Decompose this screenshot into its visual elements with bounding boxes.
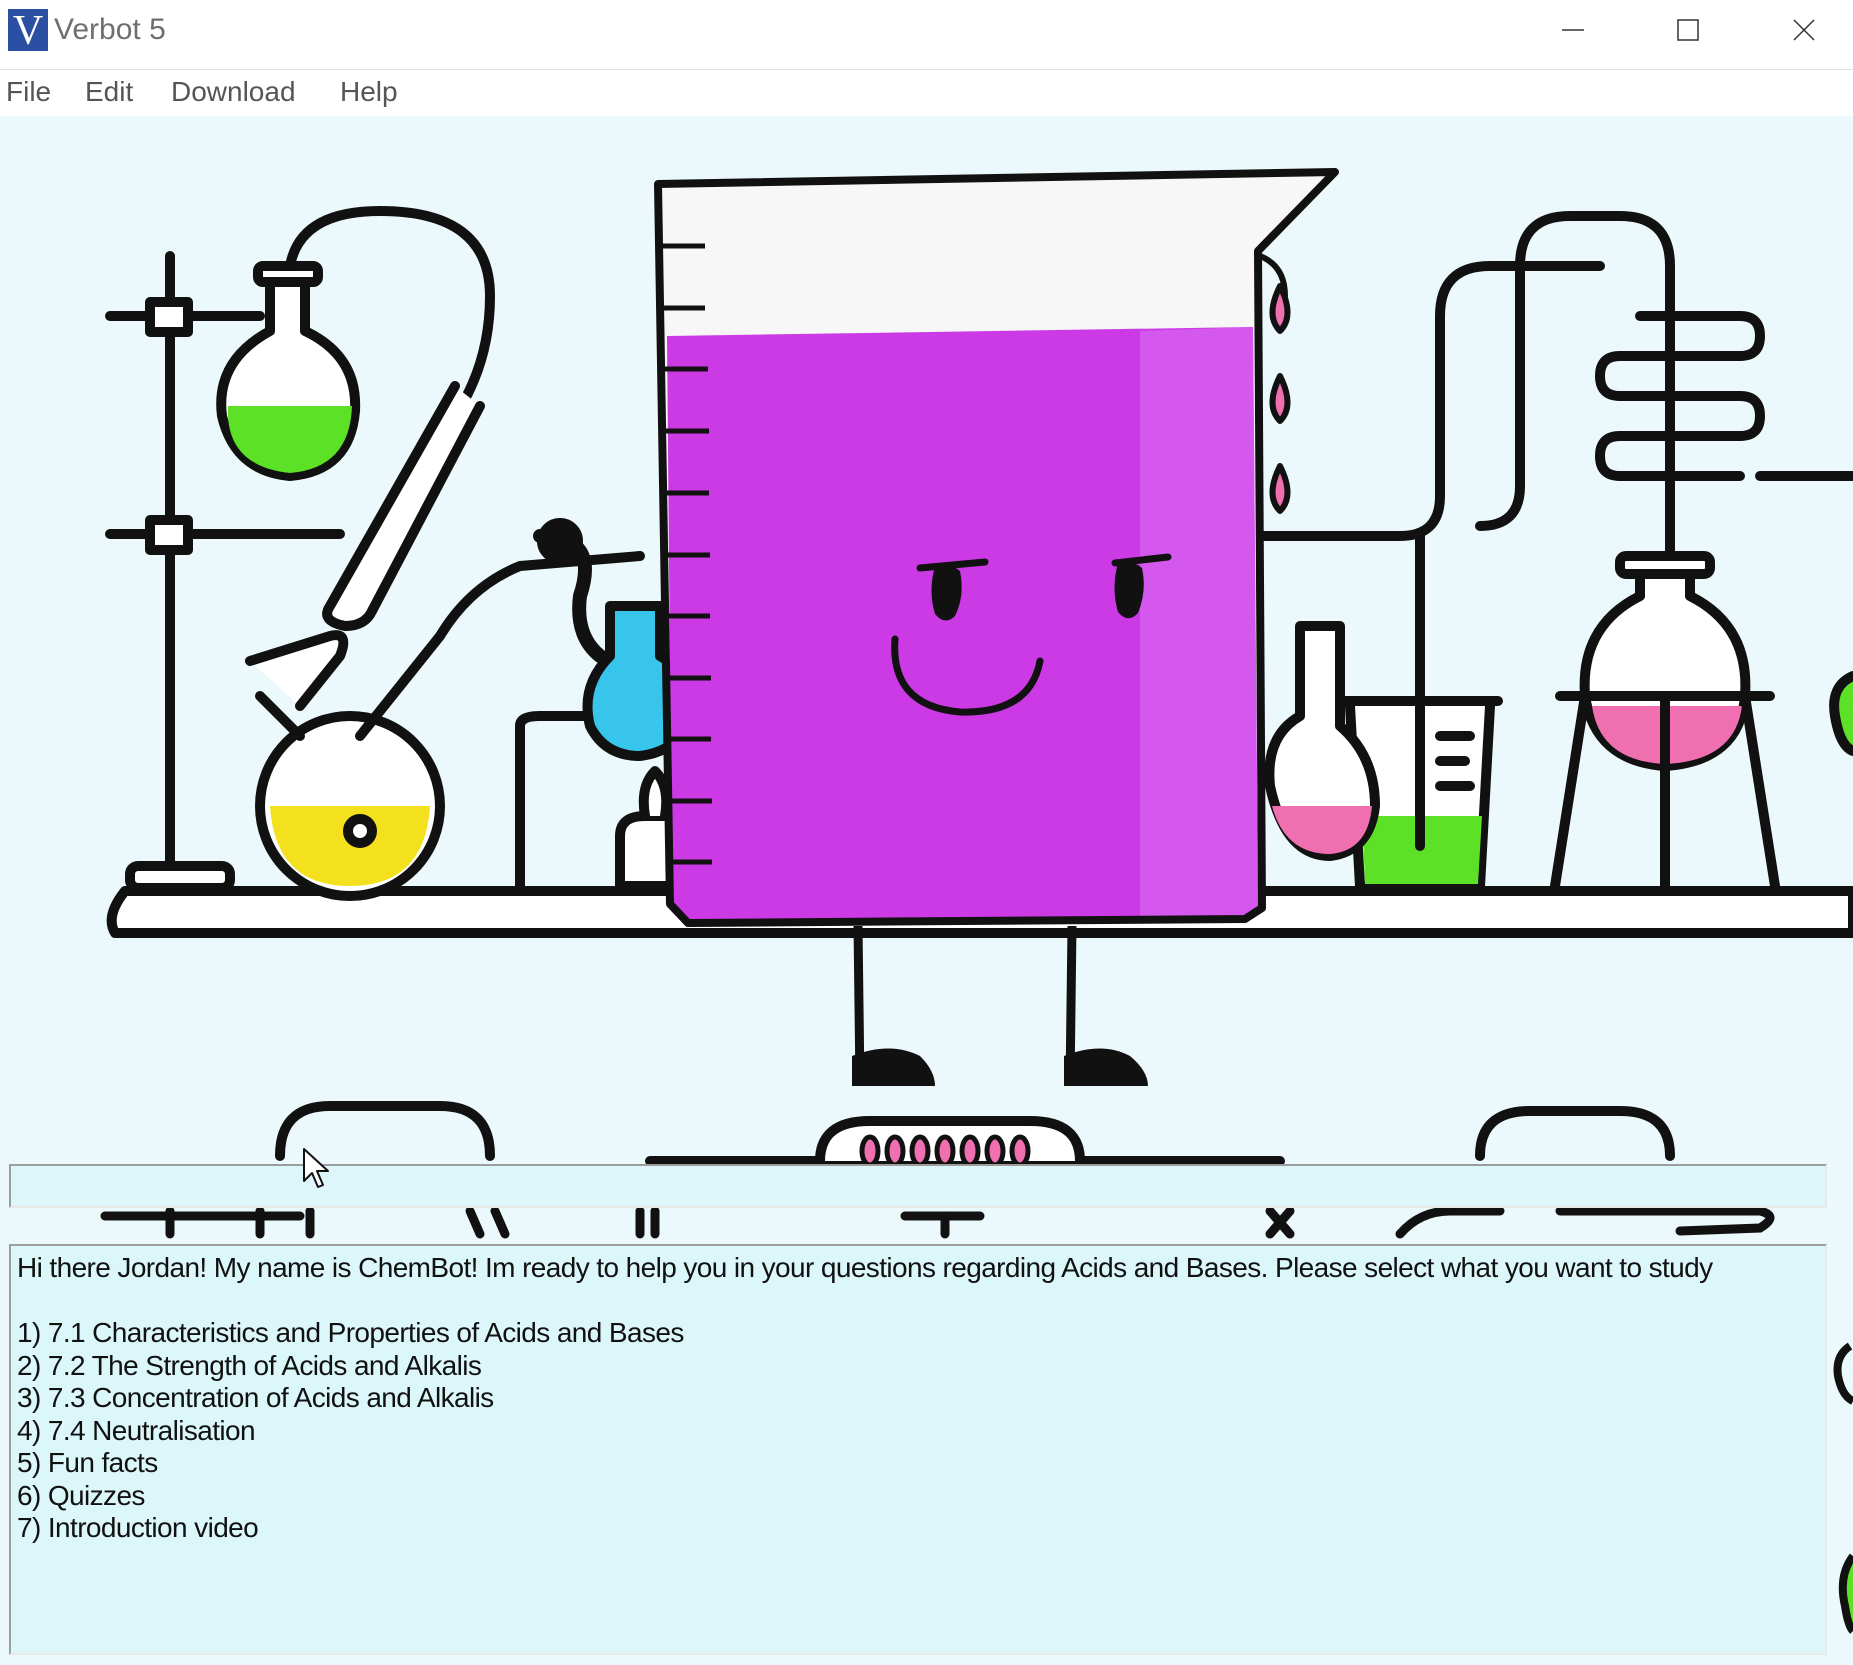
menu-download[interactable]: Download bbox=[171, 76, 296, 108]
maximize-icon bbox=[1676, 19, 1699, 41]
minimize-icon bbox=[1561, 29, 1584, 31]
option-item: 3) 7.3 Concentration of Acids and Alkali… bbox=[17, 1382, 494, 1413]
option-item: 5) Fun facts bbox=[17, 1447, 158, 1478]
menu-help[interactable]: Help bbox=[340, 76, 398, 108]
option-item: 4) 7.4 Neutralisation bbox=[17, 1414, 256, 1446]
title-bar: V Verbot 5 bbox=[0, 0, 1853, 70]
mouse-pointer-icon bbox=[303, 1148, 329, 1188]
window-title: Verbot 5 bbox=[54, 13, 166, 46]
chat-output[interactable]: Hi there Jordan! My name is ChemBot! Im … bbox=[9, 1244, 1827, 1655]
minimize-button[interactable] bbox=[1515, 0, 1630, 60]
coil bbox=[1595, 311, 1765, 481]
verbot-logo-icon: V bbox=[8, 9, 48, 53]
menu-edit[interactable]: Edit bbox=[85, 76, 133, 108]
chat-input[interactable] bbox=[9, 1164, 1827, 1208]
option-item: 7) Introduction video bbox=[17, 1512, 259, 1543]
close-icon bbox=[1792, 19, 1815, 41]
beaker-character bbox=[654, 168, 1339, 1087]
option-item: 1) 7.1 Characteristics and Properties of… bbox=[17, 1317, 684, 1348]
greeting-message: Hi there Jordan! My name is ChemBot! Im … bbox=[17, 1252, 1713, 1283]
option-item: 2) 7.2 The Strength of Acids and Alkalis bbox=[17, 1349, 482, 1381]
close-button[interactable] bbox=[1746, 0, 1853, 60]
stand-base bbox=[125, 861, 235, 893]
menu-bar: File Edit Download Help bbox=[0, 70, 1853, 116]
option-item: 6) Quizzes bbox=[17, 1479, 145, 1511]
menu-file[interactable]: File bbox=[6, 76, 51, 108]
maximize-button[interactable] bbox=[1630, 0, 1745, 60]
